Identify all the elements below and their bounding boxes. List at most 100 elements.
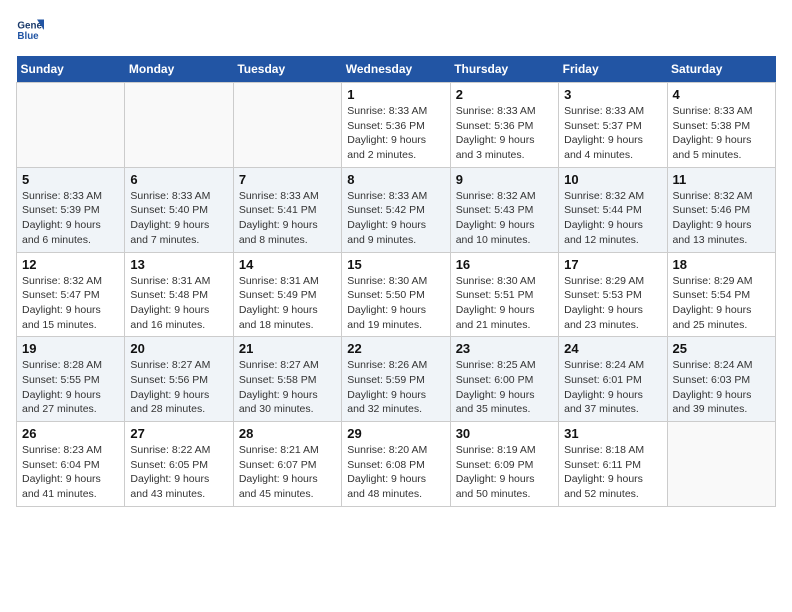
calendar-cell: 8 Sunrise: 8:33 AM Sunset: 5:42 PM Daylig… (342, 167, 450, 252)
day-info: Sunrise: 8:24 AM Sunset: 6:01 PM Dayligh… (564, 358, 661, 417)
calendar-cell (17, 83, 125, 168)
calendar-cell: 19Sunrise: 8:28 AM Sunset: 5:55 PM Dayli… (17, 337, 125, 422)
calendar-cell: 7 Sunrise: 8:33 AM Sunset: 5:41 PM Daylig… (233, 167, 341, 252)
day-number: 22 (347, 341, 444, 356)
calendar-week-row: 1 Sunrise: 8:33 AM Sunset: 5:36 PM Daylig… (17, 83, 776, 168)
day-number: 13 (130, 257, 227, 272)
day-info: Sunrise: 8:33 AM Sunset: 5:42 PM Dayligh… (347, 189, 444, 248)
calendar-cell (125, 83, 233, 168)
weekday-header: Friday (559, 56, 667, 83)
day-number: 8 (347, 172, 444, 187)
day-info: Sunrise: 8:18 AM Sunset: 6:11 PM Dayligh… (564, 443, 661, 502)
day-number: 4 (673, 87, 770, 102)
day-info: Sunrise: 8:32 AM Sunset: 5:43 PM Dayligh… (456, 189, 553, 248)
day-info: Sunrise: 8:23 AM Sunset: 6:04 PM Dayligh… (22, 443, 119, 502)
day-number: 14 (239, 257, 336, 272)
day-number: 9 (456, 172, 553, 187)
calendar-week-row: 12 Sunrise: 8:32 AM Sunset: 5:47 PM Dayli… (17, 252, 776, 337)
calendar-cell: 30 Sunrise: 8:19 AM Sunset: 6:09 PM Dayli… (450, 422, 558, 507)
day-info: Sunrise: 8:32 AM Sunset: 5:46 PM Dayligh… (673, 189, 770, 248)
day-number: 16 (456, 257, 553, 272)
day-info: Sunrise: 8:33 AM Sunset: 5:36 PM Dayligh… (456, 104, 553, 163)
calendar-cell: 24Sunrise: 8:24 AM Sunset: 6:01 PM Dayli… (559, 337, 667, 422)
day-info: Sunrise: 8:32 AM Sunset: 5:47 PM Dayligh… (22, 274, 119, 333)
calendar-week-row: 26 Sunrise: 8:23 AM Sunset: 6:04 PM Dayli… (17, 422, 776, 507)
calendar-cell: 29 Sunrise: 8:20 AM Sunset: 6:08 PM Dayli… (342, 422, 450, 507)
calendar-cell: 15 Sunrise: 8:30 AM Sunset: 5:50 PM Dayli… (342, 252, 450, 337)
calendar-cell: 1 Sunrise: 8:33 AM Sunset: 5:36 PM Daylig… (342, 83, 450, 168)
day-info: Sunrise: 8:32 AM Sunset: 5:44 PM Dayligh… (564, 189, 661, 248)
day-info: Sunrise: 8:33 AM Sunset: 5:37 PM Dayligh… (564, 104, 661, 163)
calendar-cell: 25Sunrise: 8:24 AM Sunset: 6:03 PM Dayli… (667, 337, 775, 422)
calendar-cell: 9 Sunrise: 8:32 AM Sunset: 5:43 PM Daylig… (450, 167, 558, 252)
day-info: Sunrise: 8:27 AM Sunset: 5:58 PM Dayligh… (239, 358, 336, 417)
day-info: Sunrise: 8:27 AM Sunset: 5:56 PM Dayligh… (130, 358, 227, 417)
day-info: Sunrise: 8:33 AM Sunset: 5:36 PM Dayligh… (347, 104, 444, 163)
page-header: General Blue (16, 16, 776, 44)
calendar-cell (667, 422, 775, 507)
weekday-header-row: SundayMondayTuesdayWednesdayThursdayFrid… (17, 56, 776, 83)
weekday-header: Monday (125, 56, 233, 83)
calendar-cell: 16 Sunrise: 8:30 AM Sunset: 5:51 PM Dayli… (450, 252, 558, 337)
calendar-week-row: 5 Sunrise: 8:33 AM Sunset: 5:39 PM Daylig… (17, 167, 776, 252)
day-number: 21 (239, 341, 336, 356)
day-number: 15 (347, 257, 444, 272)
day-number: 5 (22, 172, 119, 187)
calendar-cell: 6 Sunrise: 8:33 AM Sunset: 5:40 PM Daylig… (125, 167, 233, 252)
day-info: Sunrise: 8:33 AM Sunset: 5:40 PM Dayligh… (130, 189, 227, 248)
calendar-cell: 22 Sunrise: 8:26 AM Sunset: 5:59 PM Dayli… (342, 337, 450, 422)
calendar-cell: 14Sunrise: 8:31 AM Sunset: 5:49 PM Dayli… (233, 252, 341, 337)
day-info: Sunrise: 8:25 AM Sunset: 6:00 PM Dayligh… (456, 358, 553, 417)
weekday-header: Tuesday (233, 56, 341, 83)
calendar-cell: 3 Sunrise: 8:33 AM Sunset: 5:37 PM Daylig… (559, 83, 667, 168)
day-info: Sunrise: 8:33 AM Sunset: 5:39 PM Dayligh… (22, 189, 119, 248)
day-number: 12 (22, 257, 119, 272)
logo-icon: General Blue (16, 16, 44, 44)
day-info: Sunrise: 8:33 AM Sunset: 5:41 PM Dayligh… (239, 189, 336, 248)
day-info: Sunrise: 8:33 AM Sunset: 5:38 PM Dayligh… (673, 104, 770, 163)
calendar-cell: 5 Sunrise: 8:33 AM Sunset: 5:39 PM Daylig… (17, 167, 125, 252)
calendar-cell: 21 Sunrise: 8:27 AM Sunset: 5:58 PM Dayli… (233, 337, 341, 422)
day-number: 2 (456, 87, 553, 102)
day-number: 30 (456, 426, 553, 441)
day-number: 29 (347, 426, 444, 441)
day-info: Sunrise: 8:30 AM Sunset: 5:51 PM Dayligh… (456, 274, 553, 333)
day-info: Sunrise: 8:30 AM Sunset: 5:50 PM Dayligh… (347, 274, 444, 333)
weekday-header: Saturday (667, 56, 775, 83)
day-info: Sunrise: 8:29 AM Sunset: 5:53 PM Dayligh… (564, 274, 661, 333)
calendar-week-row: 19Sunrise: 8:28 AM Sunset: 5:55 PM Dayli… (17, 337, 776, 422)
calendar-cell: 31 Sunrise: 8:18 AM Sunset: 6:11 PM Dayli… (559, 422, 667, 507)
calendar-cell: 12 Sunrise: 8:32 AM Sunset: 5:47 PM Dayli… (17, 252, 125, 337)
day-number: 3 (564, 87, 661, 102)
calendar-cell: 23 Sunrise: 8:25 AM Sunset: 6:00 PM Dayli… (450, 337, 558, 422)
calendar-cell: 17Sunrise: 8:29 AM Sunset: 5:53 PM Dayli… (559, 252, 667, 337)
day-info: Sunrise: 8:31 AM Sunset: 5:48 PM Dayligh… (130, 274, 227, 333)
calendar-cell: 11Sunrise: 8:32 AM Sunset: 5:46 PM Dayli… (667, 167, 775, 252)
day-number: 31 (564, 426, 661, 441)
day-number: 26 (22, 426, 119, 441)
day-number: 23 (456, 341, 553, 356)
day-number: 7 (239, 172, 336, 187)
weekday-header: Thursday (450, 56, 558, 83)
weekday-header: Wednesday (342, 56, 450, 83)
day-info: Sunrise: 8:21 AM Sunset: 6:07 PM Dayligh… (239, 443, 336, 502)
calendar-cell: 13 Sunrise: 8:31 AM Sunset: 5:48 PM Dayli… (125, 252, 233, 337)
day-number: 27 (130, 426, 227, 441)
svg-text:Blue: Blue (17, 31, 39, 42)
calendar-cell: 10Sunrise: 8:32 AM Sunset: 5:44 PM Dayli… (559, 167, 667, 252)
day-info: Sunrise: 8:19 AM Sunset: 6:09 PM Dayligh… (456, 443, 553, 502)
calendar-cell: 2 Sunrise: 8:33 AM Sunset: 5:36 PM Daylig… (450, 83, 558, 168)
day-number: 20 (130, 341, 227, 356)
calendar-table: SundayMondayTuesdayWednesdayThursdayFrid… (16, 56, 776, 507)
day-info: Sunrise: 8:22 AM Sunset: 6:05 PM Dayligh… (130, 443, 227, 502)
calendar-cell: 20 Sunrise: 8:27 AM Sunset: 5:56 PM Dayli… (125, 337, 233, 422)
day-number: 19 (22, 341, 119, 356)
calendar-cell: 18Sunrise: 8:29 AM Sunset: 5:54 PM Dayli… (667, 252, 775, 337)
day-info: Sunrise: 8:20 AM Sunset: 6:08 PM Dayligh… (347, 443, 444, 502)
day-number: 28 (239, 426, 336, 441)
calendar-cell: 26 Sunrise: 8:23 AM Sunset: 6:04 PM Dayli… (17, 422, 125, 507)
day-number: 1 (347, 87, 444, 102)
day-info: Sunrise: 8:26 AM Sunset: 5:59 PM Dayligh… (347, 358, 444, 417)
day-number: 6 (130, 172, 227, 187)
weekday-header: Sunday (17, 56, 125, 83)
